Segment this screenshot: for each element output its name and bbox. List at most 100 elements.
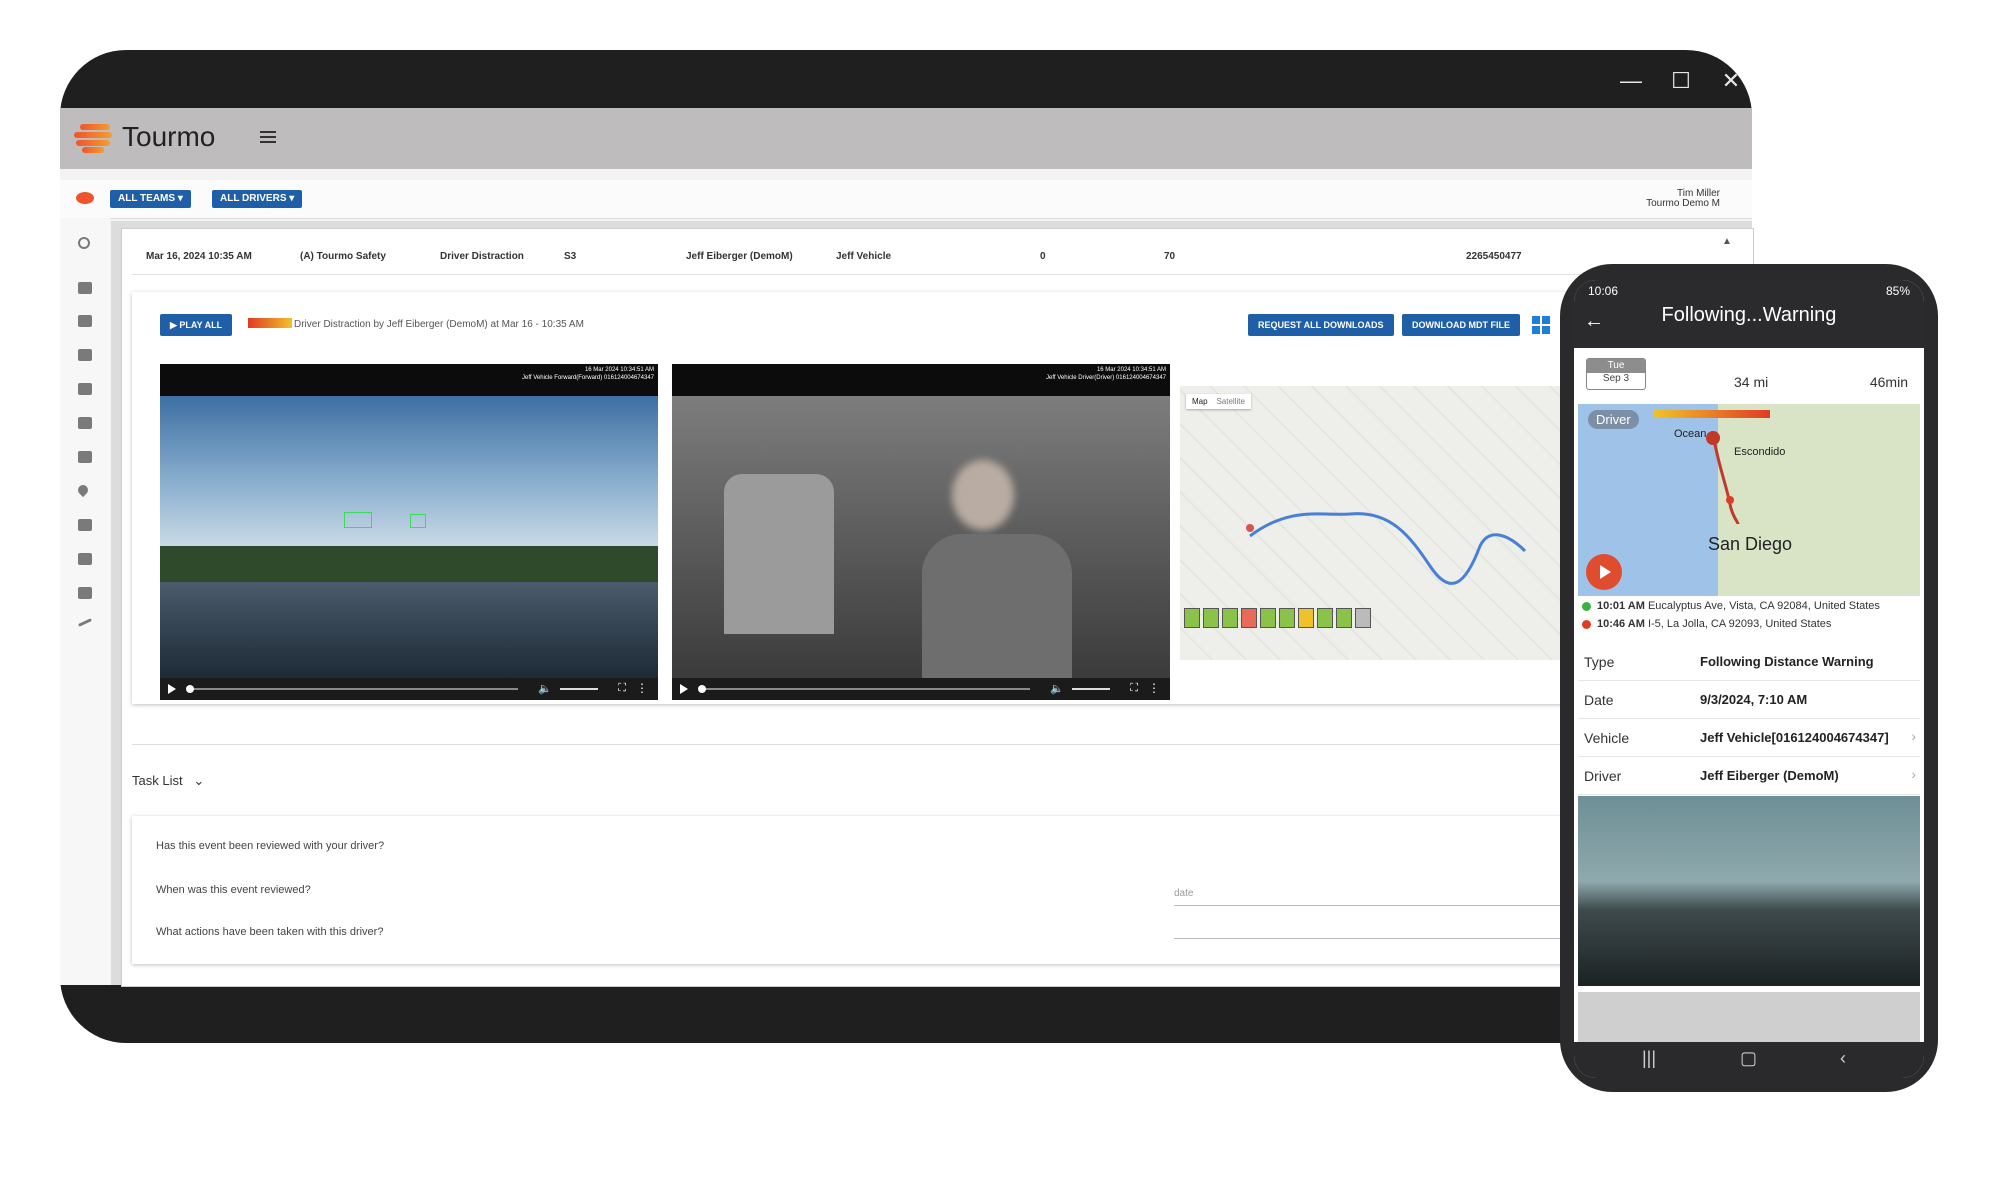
detail-row-driver[interactable]: Driver Jeff Eiberger (DemoM) › [1578, 756, 1920, 795]
blurred-face [952, 460, 1014, 530]
phone-route-line [1706, 431, 1740, 525]
event-driver: Jeff Eiberger (DemoM) [686, 251, 793, 262]
task-list-toggle[interactable]: Task List ⌄ [132, 773, 204, 789]
forward-camera-video[interactable]: 16 Mar 2024 10:34:51 AM Jeff Vehicle Forw… [160, 364, 658, 700]
event-group: (A) Tourmo Safety [300, 251, 386, 262]
map-label-san-diego: San Diego [1708, 534, 1793, 554]
hamburger-menu-icon[interactable] [260, 128, 276, 146]
battery-level: 85% [1885, 284, 1910, 298]
android-nav-bar: ||| ▢ ‹ [1574, 1042, 1924, 1078]
volume-slider[interactable] [1072, 688, 1110, 690]
detection-box [410, 514, 426, 528]
volume-icon[interactable]: 🔈 [538, 682, 552, 695]
user-menu[interactable]: Tim Miller Tourmo Demo M [1646, 189, 1720, 209]
volume-icon[interactable]: 🔈 [1050, 682, 1064, 695]
volume-slider[interactable] [560, 688, 598, 690]
play-icon[interactable] [168, 684, 176, 694]
task-question-actions: What actions have been taken with this d… [156, 926, 384, 938]
more-options-icon[interactable]: ⋮ [636, 681, 648, 695]
end-dot-icon [1582, 619, 1591, 629]
seek-handle[interactable] [186, 685, 194, 693]
all-teams-dropdown[interactable]: ALL TEAMS ▾ [110, 190, 191, 208]
seek-bar[interactable] [188, 688, 518, 690]
maximize-icon[interactable]: ☐ [1670, 68, 1692, 94]
review-date-field[interactable]: date [1174, 888, 1594, 906]
treeline-image [160, 546, 658, 582]
window-controls: — ☐ ✕ [1620, 68, 1952, 94]
request-all-downloads-button[interactable]: REQUEST ALL DOWNLOADS [1248, 314, 1394, 336]
trip-summary: Tue Sep 3 34 mi 46min [1574, 348, 1924, 404]
event-severity: S3 [564, 251, 577, 262]
driver-camera-video[interactable]: 16 Mar 2024 10:34:51 AM Jeff Vehicle Driv… [672, 364, 1170, 700]
trip-duration: 46min [1869, 374, 1908, 390]
trip-end: 10:46 AM I-5, La Jolla, CA 92093, United… [1582, 618, 1831, 630]
replay-button[interactable] [1586, 554, 1622, 590]
detail-row-type: Type Following Distance Warning [1578, 642, 1920, 681]
user-org: Tourmo Demo M [1646, 198, 1720, 209]
back-nav-icon[interactable]: ‹ [1840, 1048, 1846, 1069]
detail-row-vehicle[interactable]: Vehicle Jeff Vehicle[016124004674347] › [1578, 718, 1920, 757]
video-timestamp: 16 Mar 2024 10:34:51 AM Jeff Vehicle Forw… [522, 367, 654, 381]
logo-icon [74, 122, 112, 153]
video-controls: 🔈 ⛶ ⋮ [160, 678, 658, 700]
divider [132, 744, 1582, 745]
video-camera-icon[interactable] [78, 451, 92, 463]
risk-gradient-bar [248, 318, 292, 328]
home-icon[interactable]: ▢ [1740, 1048, 1757, 1069]
download-mdt-button[interactable]: DOWNLOAD MDT FILE [1402, 314, 1520, 336]
all-drivers-dropdown[interactable]: ALL DRIVERS ▾ [212, 190, 303, 208]
scroll-up-icon[interactable]: ▲ [1722, 236, 1734, 248]
app-name: Tourmo [122, 121, 216, 152]
people-icon[interactable] [78, 519, 92, 531]
search-icon[interactable] [78, 237, 90, 249]
trip-distance: 34 mi [1734, 374, 1769, 390]
detection-box [344, 512, 372, 528]
event-icon-strip [1184, 608, 1414, 630]
fullscreen-icon[interactable]: ⛶ [1130, 682, 1138, 695]
event-row[interactable]: Mar 16, 2024 10:35 AM (A) Tourmo Safety … [132, 238, 1712, 275]
sidebar [60, 218, 110, 985]
hierarchy-icon[interactable] [78, 349, 92, 361]
seat-image [724, 474, 834, 634]
player-caption: Driver Distraction by Jeff Eiberger (Dem… [294, 319, 584, 330]
dashboard-icon[interactable] [78, 282, 92, 294]
seek-handle[interactable] [698, 685, 706, 693]
recent-apps-icon[interactable]: ||| [1642, 1048, 1656, 1069]
accessibility-icon[interactable] [78, 383, 92, 395]
filter-bar: ALL TEAMS ▾ ALL DRIVERS ▾ [60, 180, 1752, 219]
actions-taken-field[interactable] [1174, 938, 1594, 939]
task-question-when: When was this event reviewed? [156, 884, 311, 896]
video-timestamp: 16 Mar 2024 10:34:51 AM Jeff Vehicle Driv… [1046, 367, 1166, 381]
seek-bar[interactable] [700, 688, 1030, 690]
document-icon[interactable] [78, 553, 92, 565]
status-time: 10:06 [1588, 284, 1619, 298]
brand-mini-icon [76, 192, 94, 204]
play-all-button[interactable]: ▶ PLAY ALL [160, 314, 233, 336]
text-box-icon[interactable] [78, 587, 92, 599]
chevron-right-icon: › [1911, 728, 1916, 744]
fullscreen-icon[interactable]: ⛶ [618, 682, 626, 695]
fuel-icon[interactable] [78, 417, 92, 429]
hood-image [160, 582, 658, 678]
video-controls: 🔈 ⛶ ⋮ [672, 678, 1170, 700]
phone-header: 10:06 85% ← Following...Warning [1574, 280, 1924, 348]
events-icon[interactable] [78, 315, 92, 327]
event-id: 2265450477 [1466, 251, 1522, 262]
trip-start: 10:01 AM Eucalyptus Ave, Vista, CA 92084… [1582, 600, 1880, 612]
play-icon[interactable] [680, 684, 688, 694]
detail-row-date: Date 9/3/2024, 7:10 AM [1578, 680, 1920, 719]
event-datetime: Mar 16, 2024 10:35 AM [146, 251, 252, 262]
phone-forward-video[interactable] [1578, 796, 1920, 986]
trip-date-badge: Tue Sep 3 [1586, 358, 1646, 390]
windows-icon[interactable] [1532, 316, 1550, 334]
phone-screen: 10:06 85% ← Following...Warning Tue Sep … [1574, 280, 1924, 1078]
close-icon[interactable]: ✕ [1720, 68, 1742, 94]
driver-view-badge[interactable]: Driver [1588, 410, 1639, 429]
more-options-icon[interactable]: ⋮ [1148, 681, 1160, 695]
chevron-right-icon: › [1911, 766, 1916, 782]
route-map[interactable]: Map Satellite [1180, 386, 1572, 660]
app-logo: Tourmo [74, 121, 215, 153]
minimize-icon[interactable]: — [1620, 68, 1642, 94]
phone-route-map[interactable]: Driver Ocean Escondido San Diego [1578, 404, 1920, 596]
phone-cabin-video[interactable] [1578, 992, 1920, 1042]
